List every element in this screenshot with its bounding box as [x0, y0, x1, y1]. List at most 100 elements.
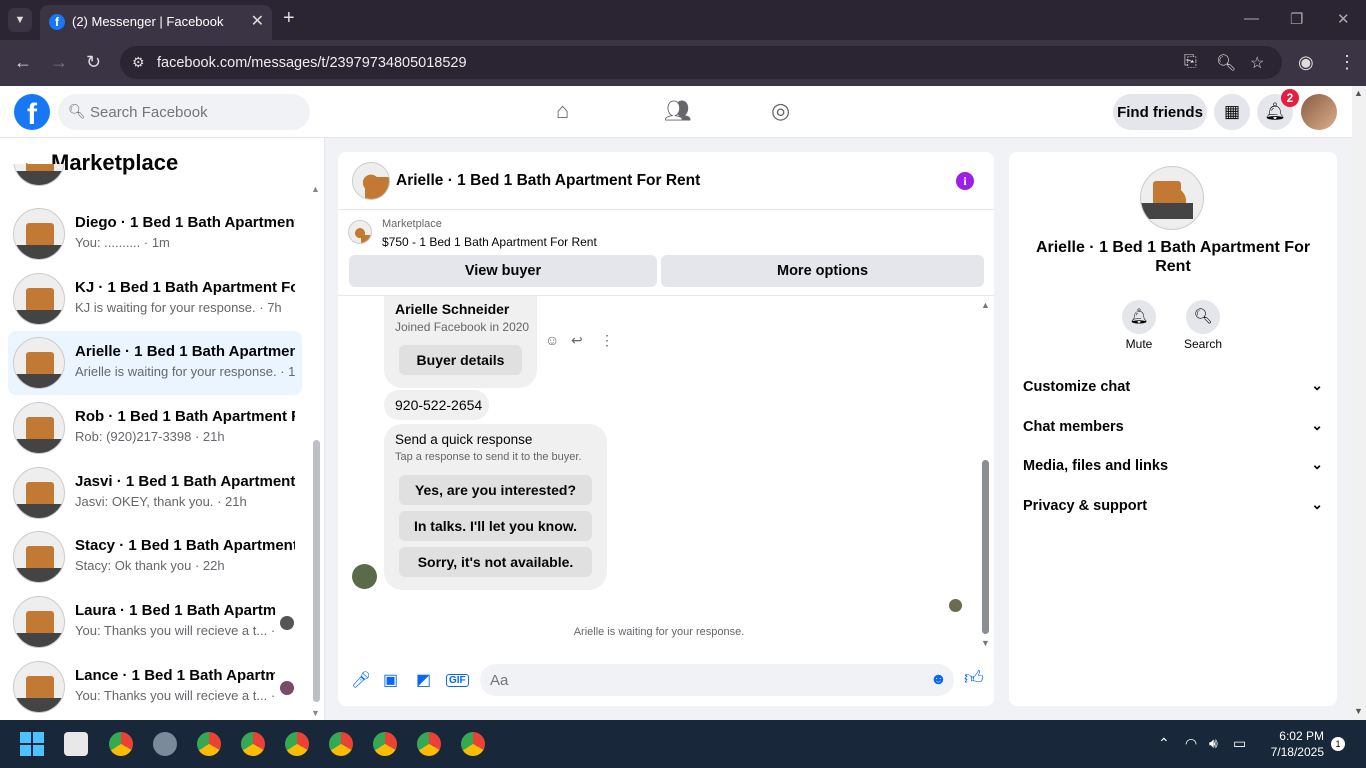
seen-avatar	[280, 681, 294, 695]
scroll-down-icon[interactable]: ▼	[311, 708, 320, 718]
conversation-name: KJ · 1 Bed 1 Bath Apartment For ...	[75, 279, 295, 296]
reload-icon[interactable]: ↻	[86, 52, 101, 73]
chrome-icon[interactable]	[285, 732, 309, 756]
emoji-icon[interactable]: ☻	[930, 671, 947, 689]
sticker-icon[interactable]: ◩	[416, 670, 431, 690]
quick-response-button[interactable]: In talks. I'll let you know.	[399, 511, 592, 541]
search-input[interactable]	[90, 94, 300, 130]
chrome-icon[interactable]	[417, 732, 441, 756]
zoom-icon[interactable]: 🔍︎	[1216, 53, 1236, 73]
conversation-preview: Rob: (920)217-3398 · 21h	[75, 429, 225, 444]
chat-title[interactable]: Arielle · 1 Bed 1 Bath Apartment For Ren…	[396, 172, 700, 190]
conversation-preview: Stacy: Ok thank you · 22h	[75, 558, 225, 573]
search-box[interactable]: 🔍︎	[58, 94, 310, 130]
chrome-icon[interactable]	[329, 732, 353, 756]
listing-thumbnail	[13, 208, 65, 260]
menu-grid-icon[interactable]: ▦	[1214, 94, 1250, 130]
site-info-icon[interactable]: ⚙	[132, 54, 145, 71]
notification-count[interactable]: 1	[1331, 737, 1345, 751]
tray-chevron-icon[interactable]: ⌃	[1158, 735, 1170, 752]
section-label: Customize chat	[1023, 379, 1131, 395]
privacy-support-section[interactable]: Privacy & support ⌄	[1023, 488, 1323, 524]
conversation-item-active[interactable]: Arielle · 1 Bed 1 Bath Apartment ... Ari…	[8, 331, 302, 395]
windows-start-icon[interactable]	[20, 732, 44, 756]
taskbar-clock[interactable]: 6:02 PM 7/18/2025	[1260, 728, 1324, 760]
react-icon[interactable]: ☺	[545, 332, 559, 348]
app-icon[interactable]	[64, 732, 88, 756]
back-icon[interactable]: ←	[14, 52, 32, 73]
message-input[interactable]	[490, 664, 910, 696]
browser-tab[interactable]: f (2) Messenger | Facebook ✕	[40, 5, 272, 40]
scrollbar[interactable]	[982, 460, 989, 634]
customize-chat-section[interactable]: Customize chat ⌄	[1023, 369, 1323, 405]
chrome-icon[interactable]	[109, 732, 133, 756]
chrome-icon[interactable]	[197, 732, 221, 756]
more-icon[interactable]: ⋮	[600, 332, 614, 349]
volume-icon[interactable]: 🔊︎	[1209, 735, 1218, 752]
chrome-icon[interactable]	[241, 732, 265, 756]
new-tab-button[interactable]: +	[283, 7, 295, 30]
bookmark-star-icon[interactable]: ☆	[1250, 53, 1264, 73]
scroll-down-icon[interactable]: ▼	[1354, 706, 1363, 716]
install-app-icon[interactable]: ⎘	[1184, 53, 1197, 71]
browser-menu-icon[interactable]: ⋮	[1338, 52, 1356, 73]
seen-avatar	[949, 599, 962, 612]
message-composer[interactable]: ☻	[480, 664, 954, 696]
mute-bell-icon[interactable]: 🔔︎	[1122, 300, 1156, 334]
chat-avatar[interactable]	[352, 162, 390, 200]
view-buyer-button[interactable]: View buyer	[349, 255, 657, 287]
conversation-item[interactable]: Lance · 1 Bed 1 Bath Apartme... You: Tha…	[8, 655, 302, 719]
gif-icon[interactable]: GIF	[446, 674, 469, 687]
page-scrollbar[interactable]: ▲ ▼	[1352, 86, 1366, 720]
listing-title[interactable]: $750 - 1 Bed 1 Bath Apartment For Rent	[382, 235, 597, 249]
conversation-item[interactable]: Diego · 1 Bed 1 Bath Apartment ... You: …	[8, 202, 302, 266]
reply-icon[interactable]: ↩	[571, 332, 583, 349]
friends-icon[interactable]: 👥︎	[664, 98, 692, 124]
settings-gear-icon[interactable]	[153, 732, 177, 756]
scroll-up-icon[interactable]: ▲	[981, 300, 990, 310]
address-bar[interactable]: ⚙ facebook.com/messages/t/23979734805018…	[120, 46, 1282, 79]
list-item[interactable]	[8, 164, 302, 186]
info-icon[interactable]: i	[956, 172, 974, 190]
chrome-icon[interactable]	[373, 732, 397, 756]
conversation-item[interactable]: Stacy · 1 Bed 1 Bath Apartment F... Stac…	[8, 525, 302, 589]
microphone-icon[interactable]: 🎤︎	[351, 670, 371, 690]
buyer-details-button[interactable]: Buyer details	[399, 345, 522, 375]
search-label: Search	[1183, 337, 1223, 351]
minimize-icon[interactable]: —	[1244, 10, 1259, 27]
profile-icon[interactable]: ◉	[1298, 52, 1314, 73]
search-icon: 🔍︎	[68, 103, 86, 119]
facebook-logo-icon[interactable]: f	[14, 94, 50, 131]
tab-search-button[interactable]: ▼	[8, 8, 32, 32]
notification-badge: 2	[1281, 89, 1299, 107]
wifi-icon[interactable]: ◠	[1185, 735, 1197, 752]
more-options-button[interactable]: More options	[661, 255, 984, 287]
home-icon[interactable]: ⌂	[556, 98, 569, 124]
scroll-up-icon[interactable]: ▲	[1354, 88, 1363, 98]
account-avatar[interactable]	[1301, 94, 1337, 130]
mute-label: Mute	[1125, 337, 1153, 351]
battery-icon[interactable]: ▭	[1233, 735, 1246, 752]
close-window-icon[interactable]: ✕	[1337, 10, 1350, 28]
conversation-item[interactable]: Jasvi · 1 Bed 1 Bath Apartment F... Jasv…	[8, 461, 302, 525]
conversation-item[interactable]: Laura · 1 Bed 1 Bath Apartmen... You: Th…	[8, 590, 302, 654]
quick-response-button[interactable]: Sorry, it's not available.	[399, 547, 592, 577]
thumbs-up-icon[interactable]: 👍︎	[964, 667, 984, 690]
chevron-down-icon: ⌄	[1311, 417, 1323, 433]
find-friends-button[interactable]: Find friends	[1113, 94, 1207, 130]
close-tab-icon[interactable]: ✕	[251, 11, 264, 31]
conversation-item[interactable]: Rob · 1 Bed 1 Bath Apartment Fo... Rob: …	[8, 396, 302, 460]
groups-icon[interactable]: ◎	[771, 98, 790, 124]
search-icon[interactable]: 🔍︎	[1186, 300, 1220, 334]
media-files-section[interactable]: Media, files and links ⌄	[1023, 448, 1323, 484]
forward-icon[interactable]: →	[50, 52, 68, 73]
scroll-up-icon[interactable]: ▲	[311, 184, 320, 194]
maximize-icon[interactable]: ❐	[1290, 10, 1303, 28]
scroll-down-icon[interactable]: ▼	[981, 638, 990, 648]
conversation-item[interactable]: KJ · 1 Bed 1 Bath Apartment For ... KJ i…	[8, 267, 302, 331]
chat-members-section[interactable]: Chat members ⌄	[1023, 409, 1323, 445]
quick-response-button[interactable]: Yes, are you interested?	[399, 475, 592, 505]
chrome-icon[interactable]	[461, 732, 485, 756]
scrollbar[interactable]	[313, 440, 320, 702]
photo-icon[interactable]: ▣	[383, 670, 398, 690]
